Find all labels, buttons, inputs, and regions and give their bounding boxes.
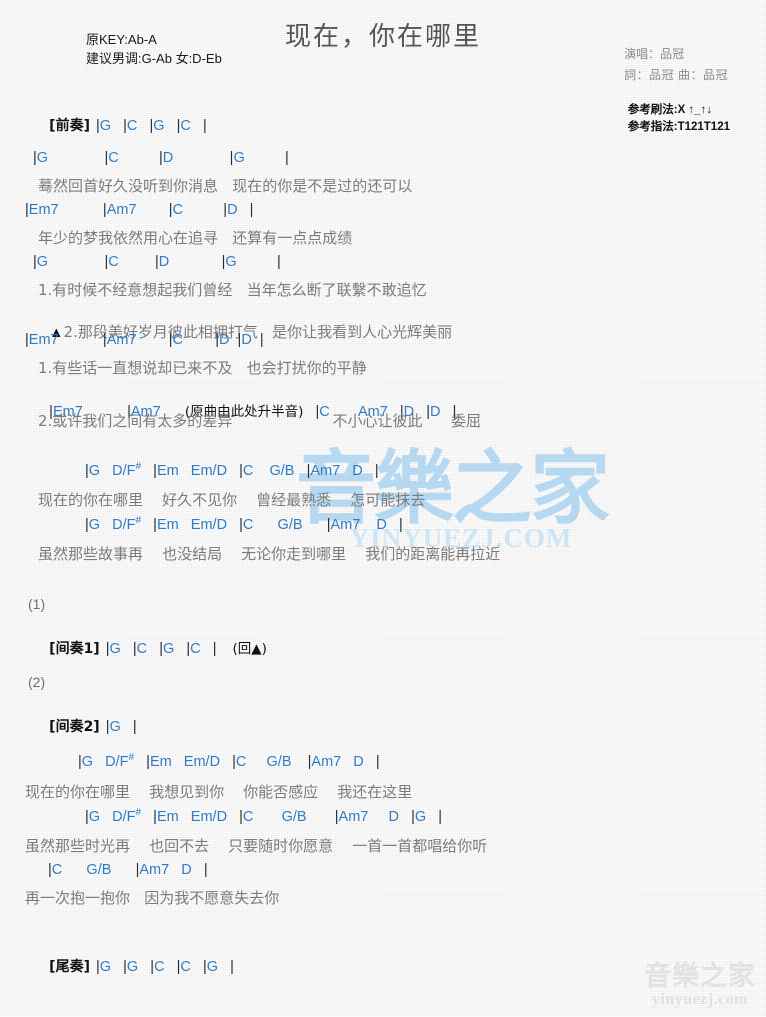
corner-watermark-text: 音樂之家 <box>644 961 756 992</box>
outro-row: [尾奏] |G |G |C |C |G | <box>25 940 234 992</box>
verse1-line2-lyrics: 年少的梦我依然用心在追寻 还算有一点点成绩 <box>38 229 353 247</box>
suggested-key: 建议男调:G-Ab 女:D-Eb <box>86 51 222 66</box>
strum-pattern: 参考刷法:X ↑_↑↓ <box>627 104 713 116</box>
chord-sheet-page: 音樂之家 YINYUEZJ.COM 音樂之家 yinyuezj.com 现在，你… <box>0 0 766 1017</box>
chorus2-line3-chords: |C G/B |Am7 D | <box>48 862 208 878</box>
original-key: 原KEY:Ab-A <box>86 32 157 47</box>
verse1-line3-lyrics-a: 1.有时候不经意想起我们曾经 当年怎么断了联繫不敢追忆 <box>38 281 427 299</box>
interlude2-number: (2) <box>28 674 46 690</box>
chorus1-line2-chords: |G D/F# |Em Em/D |C G/B |Am7 D | <box>85 515 403 533</box>
intro-chords: |G |C |G |C | <box>95 118 207 134</box>
intro-row: [前奏] |G |C |G |C | <box>25 99 207 151</box>
chorus2-line2-lyrics: 虽然那些时光再 也回不去 只要随时你愿意 一首一首都唱给你听 <box>25 837 488 855</box>
interlude1-chords: |G |C |G |C | <box>105 641 217 657</box>
verse1-line1-lyrics: 蓦然回首好久没听到你消息 现在的你是不是过的还可以 <box>38 177 413 195</box>
interlude2-row: [间奏2] |G | <box>25 700 137 752</box>
verse1-line4-chords: |Em7 |Am7 |C |D |D | <box>25 332 264 348</box>
section-label-interlude1: [间奏1] <box>49 641 100 657</box>
outro-chords: |G |G |C |C |G | <box>95 959 234 975</box>
writer-credit: 詞：品冠 曲：品冠 <box>624 68 728 82</box>
corner-watermark: 音樂之家 yinyuezj.com <box>644 962 756 1009</box>
verse1-line5-lyrics: 2.或许我们之间有太多的差异 不小心让彼此 委屈 <box>38 412 482 430</box>
section-label-interlude2: [间奏2] <box>49 719 100 735</box>
interlude1-number: (1) <box>28 596 46 612</box>
singer-credit: 演唱：品冠 <box>624 47 685 61</box>
chorus1-line2-lyrics: 虽然那些故事再 也没结局 无论你走到哪里 我们的距离能再拉近 <box>38 545 501 563</box>
section-label-intro: [前奏] <box>49 118 90 134</box>
credits: 演唱：品冠 詞：品冠 曲：品冠 <box>624 44 728 86</box>
verse1-line4-lyrics: 1.有些话一直想说却已来不及 也会打扰你的平静 <box>38 359 367 377</box>
key-info: 原KEY:Ab-A 建议男调:G-Ab 女:D-Eb <box>86 30 222 68</box>
chorus1-line1-lyrics: 现在的你在哪里 好久不见你 曾经最熟悉 怎可能抹去 <box>38 491 426 509</box>
interlude1-row: [间奏1] |G |C |G |C | (回▲) <box>25 621 267 674</box>
chorus2-line1-chords: |G D/F# |Em Em/D |C G/B |Am7 D | <box>78 752 380 770</box>
chorus2-line1-lyrics: 现在的你在哪里 我想见到你 你能否感应 我还在这里 <box>25 783 413 801</box>
verse1-line2-chords: |Em7 |Am7 |C |D | <box>25 202 254 218</box>
interlude2-chords: |G | <box>105 719 137 735</box>
interlude1-repeat-note: (回▲) <box>232 641 267 657</box>
chorus1-line1-chords: |G D/F# |Em Em/D |C G/B |Am7 D | <box>85 461 379 479</box>
chorus2-line3-lyrics: 再一次抱一抱你 因为我不愿意失去你 <box>25 889 280 907</box>
verse1-line1-chords: |G |C |D |G | <box>33 150 289 166</box>
play-info: 参考刷法:X ↑_↑↓ 参考指法:T121T121 <box>628 102 730 136</box>
section-label-outro: [尾奏] <box>49 959 90 975</box>
chorus2-line2-chords: |G D/F# |Em Em/D |C G/B |Am7 D |G | <box>85 807 442 825</box>
verse1-line3-chords: |G |C |D |G | <box>33 254 281 270</box>
fingerstyle-pattern: 参考指法:T121T121 <box>627 121 730 133</box>
corner-watermark-url: yinyuezj.com <box>651 991 749 1008</box>
